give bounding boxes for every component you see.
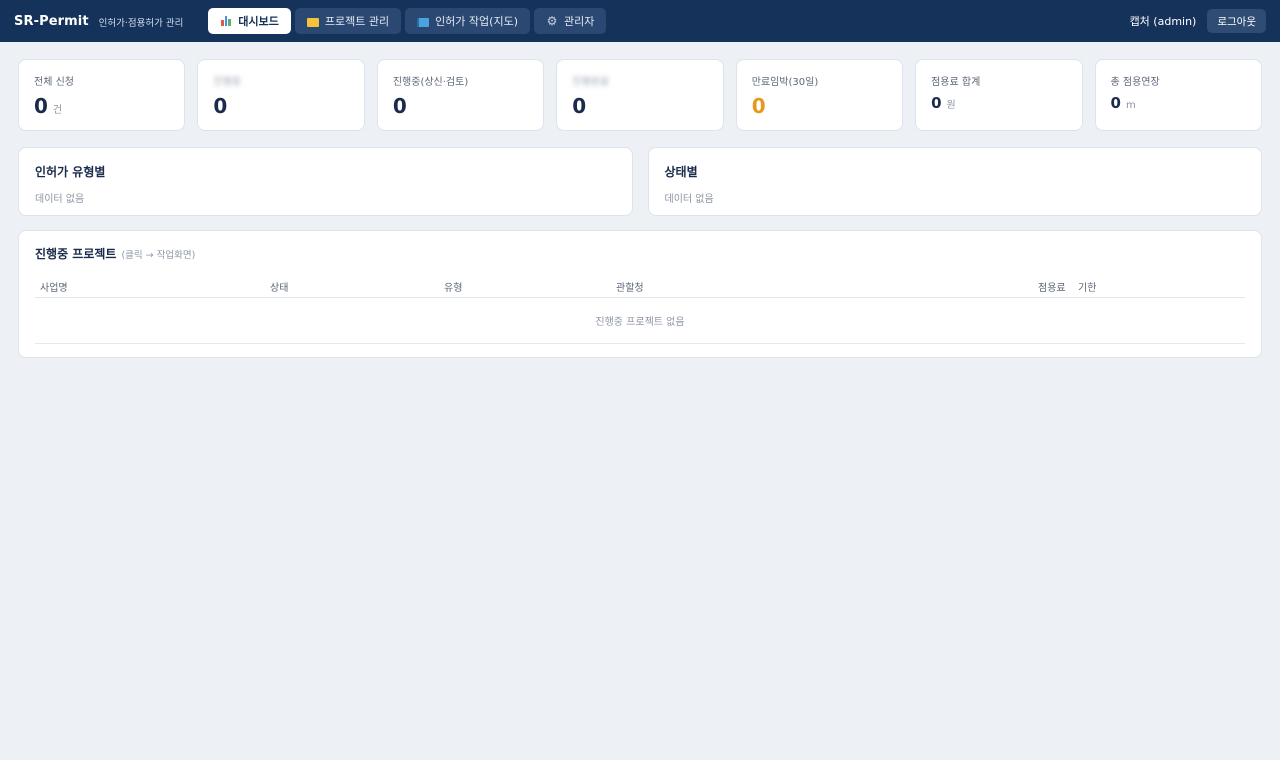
tab-permit-work-map[interactable]: 인허가 작업(지도) [405, 8, 530, 34]
panel-empty-text: 데이터 없음 [664, 194, 714, 205]
current-user: 캡처 (admin) [1129, 15, 1197, 28]
tab-dashboard[interactable]: 대시보드 [208, 8, 291, 34]
panel-by-type: 인허가 유형별 데이터 없음 [18, 147, 633, 216]
tab-project-management-label: 프로젝트 관리 [324, 15, 390, 28]
panel-empty-text: 데이터 없음 [35, 194, 85, 205]
stat-label: 만료임박(30일) [751, 77, 819, 88]
stat-card-total-length: 총 점용연장 0 m [1094, 59, 1262, 131]
stat-value: 0 [1110, 94, 1121, 112]
stat-unit: m [1125, 100, 1136, 111]
panel-title: 상태별 [664, 165, 698, 179]
column-header-fee[interactable]: 점용료 [1038, 279, 1066, 294]
stat-card-total: 전체 신청 0 건 [18, 59, 186, 131]
app-brand[interactable]: SR-Permit [14, 14, 89, 29]
column-header-office[interactable]: 관할청 [616, 279, 644, 294]
stat-value: 0 [931, 94, 942, 112]
stat-card-blurred-1: 진행중 0 [197, 59, 365, 131]
breakdown-panels: 인허가 유형별 데이터 없음 상태별 데이터 없음 [18, 147, 1262, 216]
stat-label: 점용료 합계 [931, 77, 981, 88]
main-nav: 대시보드 프로젝트 관리 인허가 작업(지도) ⚙ 관리자 [208, 8, 607, 34]
stat-card-expiring: 만료임박(30일) 0 [735, 59, 904, 131]
stats-row: 전체 신청 0 건 진행중 0 진행중(상신·검토) 0 진행완료 0 만료임박… [18, 59, 1262, 131]
logout-button[interactable]: 로그아웃 [1207, 9, 1266, 33]
tab-admin[interactable]: ⚙ 관리자 [533, 8, 607, 34]
stat-label: 진행중(상신·검토) [392, 77, 469, 88]
stat-value: 0 [751, 94, 766, 118]
projects-panel: 진행중 프로젝트 (클릭 → 작업화면) 사업명 상태 유형 관할청 점용료 기… [18, 230, 1262, 358]
column-header-name[interactable]: 사업명 [40, 279, 68, 294]
stat-label: 진행완료 [572, 77, 610, 88]
projects-hint: (클릭 → 작업화면) [121, 250, 196, 261]
top-bar: SR-Permit 인허가·점용허가 관리 대시보드 프로젝트 관리 인허가 작… [0, 0, 1280, 42]
stat-label: 전체 신청 [34, 77, 74, 88]
bar-chart-icon [220, 15, 232, 27]
tab-admin-label: 관리자 [563, 15, 595, 28]
table-header: 사업명 상태 유형 관할청 점용료 기한 [35, 276, 1245, 298]
stat-value: 0 [392, 94, 407, 118]
stat-value: 0 [572, 94, 587, 118]
column-header-status[interactable]: 상태 [270, 279, 288, 294]
gear-icon: ⚙ [546, 14, 558, 28]
user-area: 캡처 (admin) 로그아웃 [1130, 0, 1266, 42]
projects-title: 진행중 프로젝트 [35, 247, 117, 261]
table-empty-row: 진행중 프로젝트 없음 [35, 298, 1245, 344]
panel-title: 인허가 유형별 [35, 165, 106, 179]
folder-icon [306, 17, 319, 27]
panel-by-status: 상태별 데이터 없음 [647, 147, 1262, 216]
stat-value: 0 [34, 94, 48, 118]
stat-card-blurred-2: 진행완료 0 [556, 59, 724, 131]
tab-dashboard-label: 대시보드 [238, 15, 279, 28]
column-header-type[interactable]: 유형 [444, 279, 462, 294]
stat-card-in-progress: 진행중(상신·검토) 0 [376, 59, 545, 131]
app-subtitle: 인허가·점용허가 관리 [98, 18, 184, 29]
stat-unit: 원 [946, 100, 956, 111]
stat-label: 진행중 [213, 77, 242, 88]
column-header-due[interactable]: 기한 [1078, 279, 1096, 294]
stat-value: 0 [213, 94, 228, 118]
tab-project-management[interactable]: 프로젝트 관리 [294, 8, 402, 34]
tab-permit-work-map-label: 인허가 작업(지도) [435, 15, 518, 28]
stat-card-fee-total: 점용료 합계 0 원 [915, 59, 1083, 131]
map-book-icon [417, 17, 430, 27]
stat-label: 총 점용연장 [1110, 77, 1160, 88]
stat-unit: 건 [52, 105, 63, 116]
